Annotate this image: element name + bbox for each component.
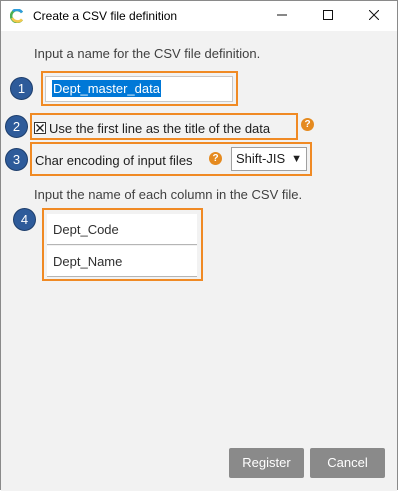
close-icon — [368, 7, 380, 25]
dialog-window: Create a CSV file definition Input a nam… — [0, 0, 398, 491]
name-instruction: Input a name for the CSV file definition… — [34, 46, 261, 61]
callout-box-2 — [30, 113, 298, 140]
callout-badge-2: 2 — [5, 115, 28, 138]
help-icon[interactable]: ? — [301, 118, 314, 131]
minimize-button[interactable] — [259, 1, 305, 31]
window-title: Create a CSV file definition — [33, 9, 178, 23]
minimize-icon — [277, 7, 287, 25]
callout-box-3 — [30, 142, 312, 176]
callout-badge-3: 3 — [5, 148, 28, 171]
callout-box-4 — [42, 208, 203, 281]
callout-badge-1: 1 — [10, 77, 33, 100]
callout-box-1 — [41, 71, 238, 106]
columns-instruction: Input the name of each column in the CSV… — [34, 187, 303, 202]
app-logo-icon — [9, 8, 24, 24]
callout-badge-4: 4 — [13, 208, 36, 231]
title-bar[interactable]: Create a CSV file definition — [1, 1, 397, 31]
close-button[interactable] — [351, 1, 397, 31]
maximize-button[interactable] — [305, 1, 351, 31]
maximize-icon — [323, 7, 333, 25]
cancel-button[interactable]: Cancel — [310, 448, 385, 478]
dialog-body: Input a name for the CSV file definition… — [1, 31, 397, 491]
register-button[interactable]: Register — [229, 448, 304, 478]
